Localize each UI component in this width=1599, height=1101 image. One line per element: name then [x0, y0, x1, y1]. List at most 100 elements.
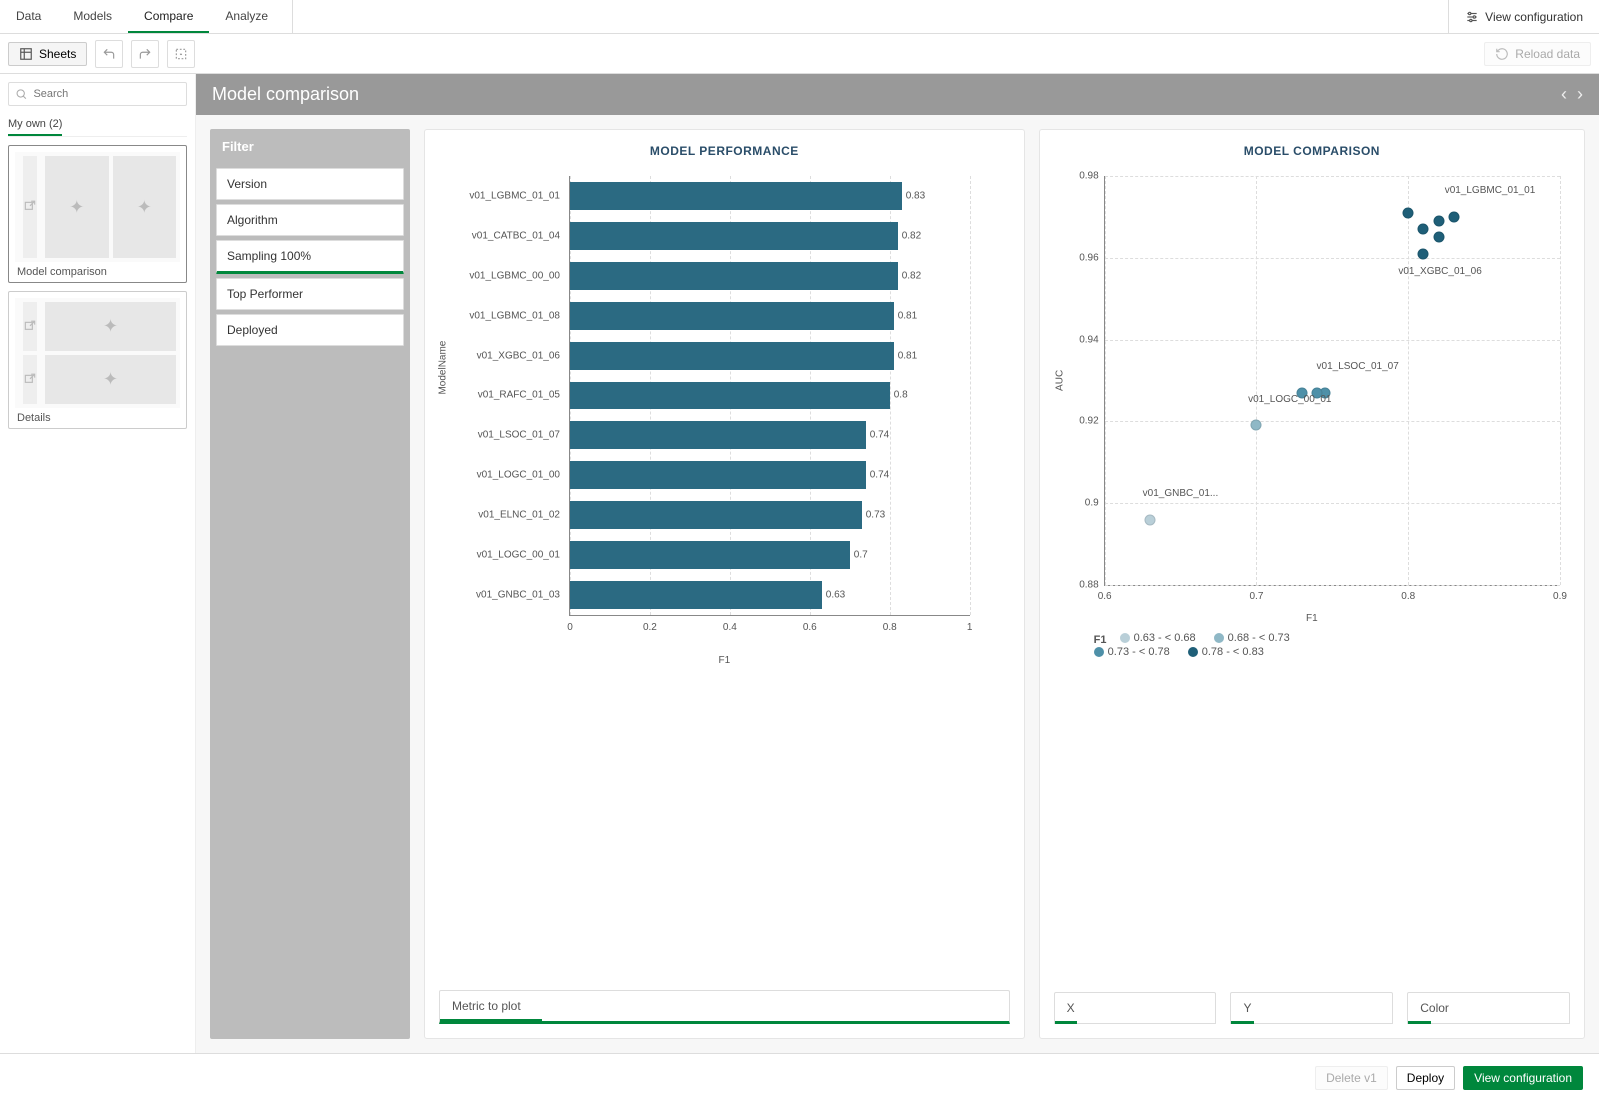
bar[interactable] — [570, 581, 822, 609]
bar[interactable] — [570, 342, 894, 370]
footer: Delete v1 Deploy View configuration — [0, 1053, 1599, 1101]
scatter-point[interactable] — [1433, 215, 1444, 226]
puzzle-icon: ✦ — [137, 197, 152, 218]
view-configuration-link[interactable]: View configuration — [1448, 0, 1599, 33]
bar-category-label: v01_XGBC_01_06 — [477, 350, 560, 361]
toolbar: Sheets Reload data — [0, 34, 1599, 74]
scatter-point[interactable] — [1418, 248, 1429, 259]
scatter-point[interactable] — [1403, 207, 1414, 218]
sheet-thumbnail: ✦ ✦ — [15, 152, 180, 262]
bar-row[interactable]: v01_CATBC_01_040.82 — [570, 216, 970, 256]
bar-row[interactable]: v01_LGBMC_01_080.81 — [570, 296, 970, 336]
metric-to-plot-dropdown[interactable]: Metric to plot — [439, 990, 1010, 1024]
delete-button[interactable]: Delete v1 — [1315, 1066, 1388, 1090]
sheet-card-details[interactable]: ✦ ✦ Details — [8, 291, 187, 429]
bar-category-label: v01_LGBMC_00_00 — [469, 270, 560, 281]
puzzle-icon: ✦ — [103, 369, 118, 390]
bar-row[interactable]: v01_LSOC_01_070.74 — [570, 415, 970, 455]
bar-category-label: v01_LOGC_01_00 — [477, 470, 560, 481]
color-dropdown[interactable]: Color — [1407, 992, 1570, 1024]
sheet-card-model-comparison[interactable]: ✦ ✦ Model comparison — [8, 145, 187, 283]
bar[interactable] — [570, 541, 850, 569]
view-configuration-button[interactable]: View configuration — [1463, 1066, 1583, 1090]
scatter-point[interactable] — [1251, 420, 1262, 431]
point-label: v01_XGBC_01_06 — [1398, 266, 1481, 277]
sheet-name: Details — [15, 408, 180, 424]
redo-button[interactable] — [131, 40, 159, 68]
bar-value-label: 0.73 — [866, 510, 885, 521]
x-axis-dropdown[interactable]: X — [1054, 992, 1217, 1024]
scatter-point[interactable] — [1145, 514, 1156, 525]
bar-row[interactable]: v01_LGBMC_01_010.83 — [570, 176, 970, 216]
filter-item[interactable]: Sampling 100% — [216, 240, 404, 274]
bar-value-label: 0.83 — [906, 190, 925, 201]
deploy-button[interactable]: Deploy — [1396, 1066, 1455, 1090]
bar-row[interactable]: v01_LGBMC_00_000.82 — [570, 256, 970, 296]
sidebar-tab-myown[interactable]: My own (2) — [8, 114, 62, 136]
puzzle-icon: ✦ — [103, 316, 118, 337]
bar[interactable] — [570, 182, 902, 210]
point-label: v01_GNBC_01... — [1143, 488, 1219, 499]
scatter-point[interactable] — [1418, 224, 1429, 235]
sliders-icon — [1465, 10, 1479, 24]
bar-value-label: 0.74 — [870, 430, 889, 441]
search-input[interactable] — [33, 88, 180, 100]
bar-value-label: 0.82 — [902, 270, 921, 281]
search-input-wrap[interactable] — [8, 82, 187, 106]
x-tick: 0.9 — [1553, 591, 1567, 602]
sheet-thumbnail: ✦ ✦ — [15, 298, 180, 408]
bar-row[interactable]: v01_LOGC_00_010.7 — [570, 535, 970, 575]
bar-value-label: 0.74 — [870, 470, 889, 481]
bar[interactable] — [570, 302, 894, 330]
top-nav: DataModelsCompareAnalyze View configurat… — [0, 0, 1599, 34]
scatter-legend: F1 0.63 - < 0.680.68 - < 0.730.73 - < 0.… — [1054, 626, 1570, 660]
prev-sheet-button[interactable]: ‹ — [1561, 84, 1567, 105]
sheet-name: Model comparison — [15, 262, 180, 278]
sheets-button[interactable]: Sheets — [8, 42, 87, 66]
sheets-label: Sheets — [39, 47, 76, 61]
next-sheet-button[interactable]: › — [1577, 84, 1583, 105]
x-axis-label: F1 — [1306, 613, 1318, 624]
bar-category-label: v01_RAFC_01_05 — [478, 390, 560, 401]
y-tick: 0.88 — [1079, 580, 1098, 591]
filter-item[interactable]: Top Performer — [216, 278, 404, 310]
bar-chart[interactable]: ModelName F1 00.20.40.60.81v01_LGBMC_01_… — [439, 166, 1010, 666]
bar-row[interactable]: v01_LOGC_01_000.74 — [570, 455, 970, 495]
y-tick: 0.96 — [1079, 252, 1098, 263]
bar[interactable] — [570, 382, 890, 410]
bar-value-label: 0.81 — [898, 350, 917, 361]
bar[interactable] — [570, 501, 862, 529]
selection-tool-button[interactable] — [167, 40, 195, 68]
filter-item[interactable]: Algorithm — [216, 204, 404, 236]
bar[interactable] — [570, 262, 898, 290]
bar-row[interactable]: v01_GNBC_01_030.63 — [570, 575, 970, 615]
undo-button[interactable] — [95, 40, 123, 68]
topnav-tab-models[interactable]: Models — [57, 0, 128, 33]
undo-icon — [102, 47, 116, 61]
bar-row[interactable]: v01_ELNC_01_020.73 — [570, 495, 970, 535]
x-tick: 1 — [967, 622, 973, 633]
page-header: Model comparison ‹ › — [196, 74, 1599, 115]
filter-item[interactable]: Version — [216, 168, 404, 200]
bar[interactable] — [570, 421, 866, 449]
bar[interactable] — [570, 461, 866, 489]
scatter-chart[interactable]: AUC F1 0.880.90.920.940.960.980.60.70.80… — [1054, 166, 1570, 626]
bar-row[interactable]: v01_RAFC_01_050.8 — [570, 376, 970, 416]
x-tick: 0 — [567, 622, 573, 633]
topnav-tab-compare[interactable]: Compare — [128, 0, 209, 33]
card-title: MODEL COMPARISON — [1054, 144, 1570, 158]
topnav-tab-analyze[interactable]: Analyze — [209, 0, 284, 33]
y-axis-dropdown[interactable]: Y — [1230, 992, 1393, 1024]
filter-item[interactable]: Deployed — [216, 314, 404, 346]
filter-title: Filter — [210, 129, 410, 164]
topnav-tab-data[interactable]: Data — [0, 0, 57, 33]
export-icon — [23, 373, 37, 387]
scatter-point[interactable] — [1448, 211, 1459, 222]
bar-row[interactable]: v01_XGBC_01_060.81 — [570, 336, 970, 376]
reload-data-button[interactable]: Reload data — [1484, 42, 1591, 66]
export-icon — [23, 320, 37, 334]
bar-category-label: v01_CATBC_01_04 — [472, 230, 560, 241]
scatter-point[interactable] — [1433, 232, 1444, 243]
bar[interactable] — [570, 222, 898, 250]
point-label: v01_LSOC_01_07 — [1317, 361, 1399, 372]
